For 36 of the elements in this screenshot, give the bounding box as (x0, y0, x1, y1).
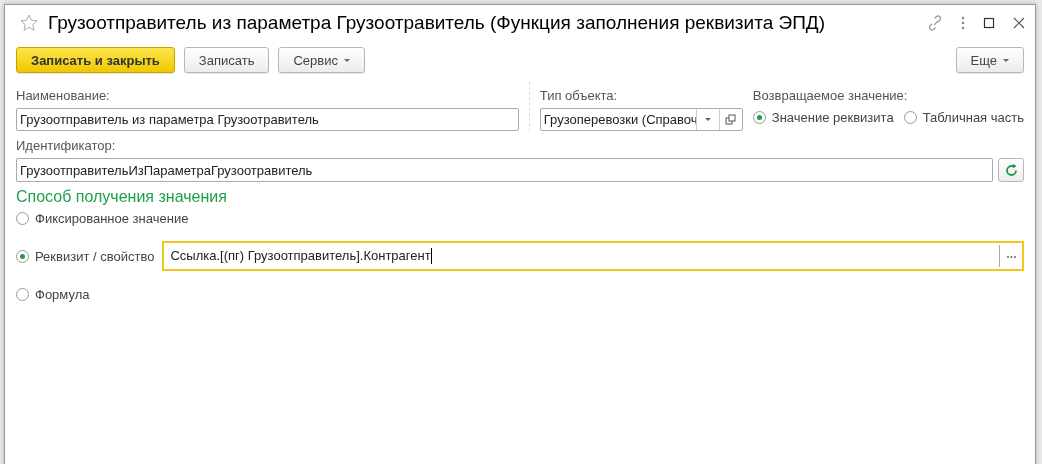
refresh-button[interactable] (998, 158, 1024, 182)
more-button[interactable]: Еще (955, 47, 1024, 73)
radio-label: Формула (35, 286, 90, 302)
radio-label: Табличная часть (922, 110, 1024, 125)
section-title: Способ получения значения (15, 187, 228, 206)
link-icon[interactable] (927, 15, 943, 31)
caret-icon (704, 118, 711, 121)
close-icon[interactable] (1013, 17, 1025, 29)
radio-label: Фиксированное значение (35, 210, 189, 226)
field-label: Тип объекта: (539, 88, 619, 104)
more-icon[interactable] (961, 15, 965, 31)
save-button[interactable]: Записать (183, 47, 270, 73)
caret-icon (1003, 58, 1009, 62)
name-field[interactable]: Грузоотправитель из параметра Грузоотравитель (16, 108, 519, 131)
star-icon[interactable] (20, 14, 38, 32)
radio-button[interactable] (16, 211, 29, 225)
menu-button[interactable]: Сервис (278, 47, 365, 73)
more-icon[interactable] (1006, 254, 1016, 258)
field-label: Возвращаемое значение: (752, 88, 909, 104)
radio-button[interactable] (752, 111, 766, 124)
save-and-close-button[interactable]: Записать и закрыть (16, 47, 175, 73)
caret-icon (343, 58, 350, 62)
radio-label: Значение реквизита (771, 110, 894, 125)
refresh-icon (1004, 163, 1018, 177)
open-window-icon[interactable] (725, 114, 737, 125)
maximize-icon[interactable] (983, 17, 995, 29)
field-label: Идентификатор: (16, 138, 117, 154)
property-field[interactable]: Ссылка.[(пг) Грузоотправитель].Контрагент (162, 241, 1024, 271)
object-type-dropdown[interactable]: Грузоперевозки (Справоч (539, 108, 743, 131)
identifier-field[interactable]: ГрузоотправительИзПараметраГрузоотравитель (16, 158, 993, 182)
radio-button[interactable] (16, 287, 29, 301)
radio-label: Реквизит / свойство (35, 248, 155, 264)
window-title: Грузоотправитель из параметра Грузоотравитель (Функция заполнения реквизита ЭПД) (48, 12, 827, 34)
radio-button[interactable] (16, 249, 29, 263)
radio-button[interactable] (903, 111, 917, 124)
field-label: Наименование: (16, 88, 111, 104)
